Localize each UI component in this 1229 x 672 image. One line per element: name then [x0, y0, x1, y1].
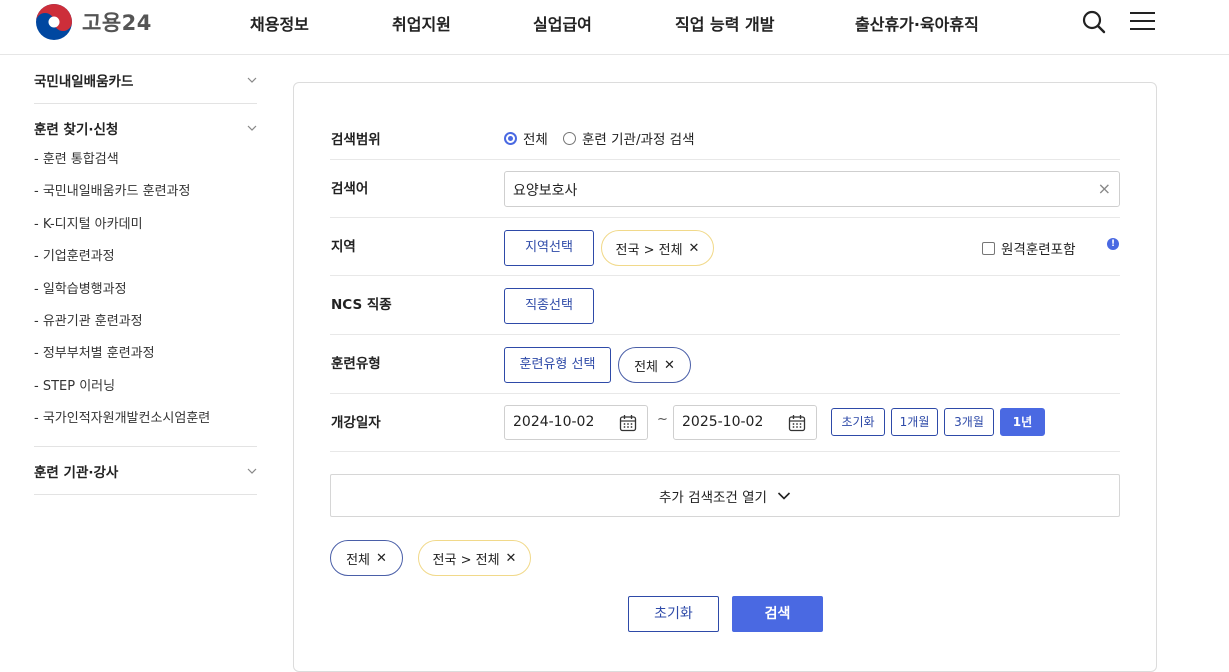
date-start-value: 2024-10-02 [513, 414, 595, 430]
sidebar-item-card-courses[interactable]: - 국민내일배움카드 훈련과정 [34, 176, 257, 208]
sidebar-group-label: 훈련 기관·강사 [34, 464, 119, 481]
keyword-label: 검색어 [331, 181, 369, 197]
chevron-down-icon [777, 491, 791, 500]
reset-button[interactable]: 초기화 [628, 596, 719, 632]
more-conditions-label: 추가 검색조건 열기 [659, 489, 767, 506]
close-icon[interactable]: ✕ [506, 551, 517, 566]
taegeuk-logo-icon [36, 4, 72, 40]
sidebar-item-integrated-search[interactable]: - 훈련 통합검색 [34, 144, 257, 176]
sidebar-group-institutions: 훈련 기관·강사 [34, 447, 257, 495]
search-button[interactable]: 검색 [732, 596, 823, 632]
more-conditions-toggle[interactable]: 추가 검색조건 열기 [330, 474, 1120, 517]
training-type-chip[interactable]: 전체 ✕ [618, 347, 691, 383]
radio-checked-icon [504, 131, 517, 145]
site-header: 고용24 채용정보 취업지원 실업급여 직업 능력 개발 출산휴가·육아휴직 [0, 0, 1229, 55]
nav-item-skills-development[interactable]: 직업 능력 개발 [675, 11, 774, 35]
search-icon[interactable] [1082, 9, 1106, 35]
row-scope: 검색범위 전체 훈련 기관/과정 검색 [330, 111, 1120, 160]
sidebar-item-consortium[interactable]: - 국가인적자원개발컨소시엄훈련 [34, 403, 257, 435]
chip-label: 전국 > 전체 [615, 242, 683, 258]
close-icon[interactable]: ✕ [664, 358, 675, 373]
sidebar-item-related-agency[interactable]: - 유관기관 훈련과정 [34, 306, 257, 338]
chip-label: 전국 > 전체 [432, 552, 500, 568]
close-icon[interactable]: ✕ [376, 551, 387, 566]
calendar-icon[interactable] [619, 414, 637, 432]
selected-chip-region[interactable]: 전국 > 전체 ✕ [418, 540, 531, 576]
sidebar-item-k-digital[interactable]: - K-디지털 아카데미 [34, 209, 257, 241]
ncs-label: NCS 직종 [331, 297, 392, 313]
logo-text: 고용24 [82, 11, 152, 35]
clear-icon[interactable]: × [1098, 179, 1111, 198]
row-start-date: 개강일자 2024-10-02 ~ 2025-10-02 초기화 1개월 3개월… [330, 394, 1120, 452]
keyword-input[interactable]: 요양보호사 × [504, 171, 1120, 207]
region-label: 지역 [331, 239, 356, 255]
scope-radio-all[interactable]: 전체 [504, 128, 548, 148]
row-region: 지역 지역선택 전국 > 전체 ✕ 원격훈련포함 ! [330, 218, 1120, 276]
nav-item-jobs[interactable]: 채용정보 [250, 11, 309, 35]
region-select-button[interactable]: 지역선택 [504, 230, 594, 266]
sidebar-group-training: 훈련 찾기·신청 - 훈련 통합검색 - 국민내일배움카드 훈련과정 - K-디… [34, 104, 257, 447]
chip-label: 전체 [634, 359, 658, 375]
date-range-separator: ~ [657, 412, 668, 427]
date-end-value: 2025-10-02 [682, 414, 764, 430]
date-end-input[interactable]: 2025-10-02 [673, 405, 817, 440]
ncs-select-button[interactable]: 직종선택 [504, 288, 594, 324]
nav-item-parental-leave[interactable]: 출산휴가·육아휴직 [855, 11, 979, 35]
sidebar-group-card: 국민내일배움카드 [34, 56, 257, 104]
date-start-input[interactable]: 2024-10-02 [504, 405, 648, 440]
info-icon[interactable]: ! [1107, 238, 1119, 250]
date-preset-1year-button[interactable]: 1년 [1000, 408, 1045, 436]
start-date-label: 개강일자 [331, 415, 381, 431]
scope-option-label: 전체 [523, 132, 548, 148]
radio-unchecked-icon [563, 131, 576, 145]
chevron-down-icon [247, 77, 257, 83]
sidebar-group-label: 국민내일배움카드 [34, 73, 134, 90]
close-icon[interactable]: ✕ [689, 241, 700, 256]
scope-label: 검색범위 [331, 132, 381, 148]
sidebar-item-company-training[interactable]: - 기업훈련과정 [34, 241, 257, 273]
calendar-icon[interactable] [788, 414, 806, 432]
date-preset-3month-button[interactable]: 3개월 [944, 408, 994, 436]
scope-option-label: 훈련 기관/과정 검색 [582, 132, 695, 148]
sidebar-group-label: 훈련 찾기·신청 [34, 122, 119, 138]
training-type-label: 훈련유형 [331, 356, 381, 372]
selected-chip-training-type[interactable]: 전체 ✕ [330, 540, 403, 576]
chevron-down-icon [247, 125, 257, 131]
training-type-select-button[interactable]: 훈련유형 선택 [504, 347, 611, 383]
chip-label: 전체 [346, 552, 370, 568]
chevron-down-icon [247, 468, 257, 474]
nav-item-employment-support[interactable]: 취업지원 [392, 11, 451, 35]
remote-training-label: 원격훈련포함 [1001, 242, 1076, 258]
keyword-value: 요양보호사 [513, 183, 578, 199]
date-preset-1month-button[interactable]: 1개월 [891, 408, 938, 436]
row-training-type: 훈련유형 훈련유형 선택 전체 ✕ [330, 335, 1120, 394]
sidebar-group-header-institutions[interactable]: 훈련 기관·강사 [34, 447, 257, 494]
sidebar-item-step-elearning[interactable]: - STEP 이러닝 [34, 371, 257, 403]
date-preset-reset-button[interactable]: 초기화 [831, 408, 885, 436]
sidebar: 국민내일배움카드 훈련 찾기·신청 - 훈련 통합검색 - 국민내일배움카드 훈… [34, 56, 257, 495]
row-ncs: NCS 직종 직종선택 [330, 276, 1120, 335]
scope-radio-institution[interactable]: 훈련 기관/과정 검색 [563, 128, 695, 148]
search-panel: 검색범위 전체 훈련 기관/과정 검색 검색어 요양보호사 × 지역 지역선택 … [293, 82, 1157, 672]
checkbox-icon [982, 241, 995, 255]
nav-item-unemployment-benefit[interactable]: 실업급여 [533, 11, 592, 35]
sidebar-item-ministry[interactable]: - 정부부처별 훈련과정 [34, 338, 257, 370]
sidebar-item-work-study[interactable]: - 일학습병행과정 [34, 274, 257, 306]
region-chip[interactable]: 전국 > 전체 ✕ [601, 230, 714, 266]
sidebar-group-header-card[interactable]: 국민내일배움카드 [34, 56, 257, 103]
logo[interactable]: 고용24 [34, 2, 152, 42]
row-keyword: 검색어 요양보호사 × [330, 160, 1120, 218]
remote-training-checkbox[interactable]: 원격훈련포함 [982, 238, 1076, 258]
menu-icon[interactable] [1130, 11, 1156, 33]
